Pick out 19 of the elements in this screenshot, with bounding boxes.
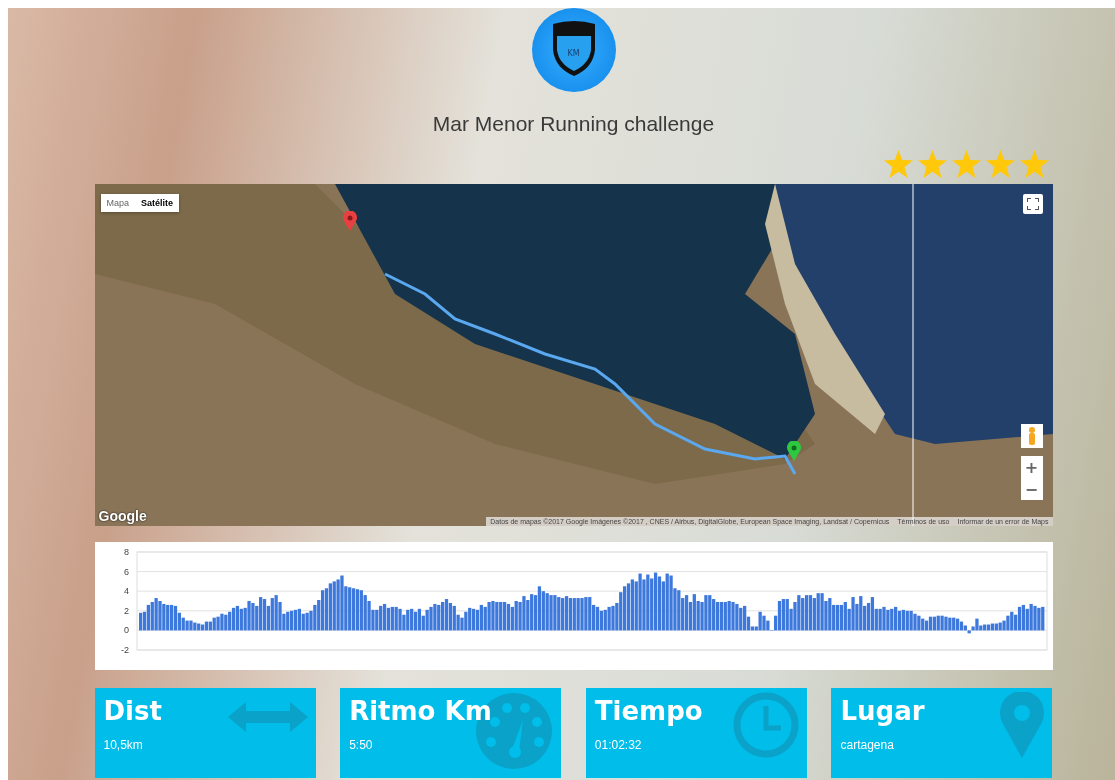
y-tick-label: 8 (123, 547, 129, 557)
stat-label: Dist (103, 696, 162, 726)
stat-label: Lugar (840, 696, 925, 726)
map-logo: Google (98, 508, 147, 524)
stat-label: Tiempo (594, 696, 703, 726)
stat-value: cartagena (840, 738, 894, 752)
y-tick-label: 2 (123, 605, 129, 616)
y-tick-label: -2 (120, 645, 129, 655)
stat-label: Ritmo Km (349, 696, 492, 726)
y-tick-label: 6 (123, 566, 129, 577)
stat-value: 10,5km (103, 738, 143, 752)
y-tick-label: 0 (123, 625, 129, 636)
stat-value: 5:50 (349, 738, 373, 752)
map-type-tab[interactable]: Satélite (135, 194, 180, 212)
stat-value: 01:02:32 (594, 738, 642, 752)
y-tick-label: 4 (123, 586, 129, 597)
page-title: Mar Menor Running challenge (432, 112, 715, 136)
map-type-tab[interactable]: Mapa (100, 194, 135, 212)
logo-text: KM (567, 48, 580, 58)
